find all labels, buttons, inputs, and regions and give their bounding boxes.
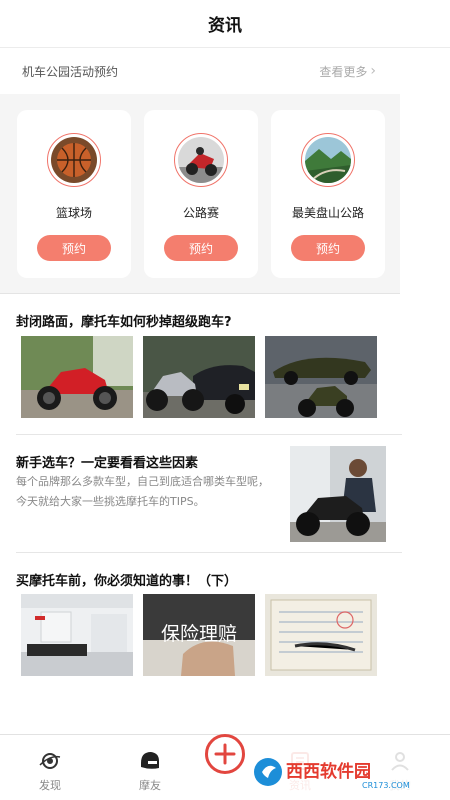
basketball-image <box>51 137 97 183</box>
article-divider <box>16 552 402 553</box>
mountain-road-image <box>305 137 351 183</box>
article-title: 新手选车？一定要看看这些因素 <box>16 456 199 471</box>
venue-card-basketball[interactable]: 篮球场 预约 <box>17 110 131 278</box>
tab-discover[interactable]: 发现 <box>5 735 95 800</box>
venue-avatar-ring <box>301 133 355 187</box>
see-more-link[interactable]: 查看更多 › <box>319 63 376 80</box>
book-button[interactable]: 预约 <box>164 235 238 261</box>
book-button[interactable]: 预约 <box>291 235 365 261</box>
article-divider <box>16 434 402 435</box>
article-title: 封闭路面，摩托车如何秒掉超级跑车? <box>16 315 232 330</box>
add-post-button[interactable] <box>205 734 245 774</box>
article-image-documents <box>265 594 377 676</box>
tab-label: 摩友 <box>139 779 161 792</box>
insurance-sign-text: 保险理赔 <box>161 623 237 645</box>
venue-name: 公路赛 <box>182 206 219 220</box>
activity-section-header: 机车公园活动预约 查看更多 › <box>0 48 400 94</box>
venue-card-mountain-road[interactable]: 最美盘山公路 预约 <box>271 110 385 278</box>
plus-icon <box>214 743 236 765</box>
tab-riders[interactable]: 摩友 <box>105 735 195 800</box>
venue-avatar-ring <box>174 133 228 187</box>
article-image-supercar-and-motorcycle <box>265 336 377 418</box>
article-description: 每个品牌那么多款车型，自己到底适合哪类车型呢，今天就给大家一些挑选摩托车的TIP… <box>16 475 269 508</box>
road-race-image <box>178 137 224 183</box>
see-more-label: 查看更多 <box>319 64 368 79</box>
watermark-brand: 西西软件园 <box>286 761 371 782</box>
planet-icon <box>39 753 61 769</box>
watermark-logo: 西西软件园 CR173.COM <box>250 752 430 792</box>
chevron-right-icon: › <box>370 63 376 79</box>
venue-name: 篮球场 <box>55 206 92 220</box>
venue-name: 最美盘山公路 <box>291 206 364 220</box>
article-image-showroom <box>21 594 133 676</box>
article-image-rider-with-motorcycle <box>290 446 386 542</box>
activity-section-title: 机车公园活动预约 <box>22 64 119 79</box>
watermark-url: CR173.COM <box>362 781 410 790</box>
article-image-red-motorcycle <box>21 336 133 418</box>
page-title: 资讯 <box>208 16 242 36</box>
page-header: 资讯 <box>0 0 450 48</box>
helmet-icon <box>141 752 159 769</box>
tab-label: 发现 <box>39 779 61 792</box>
article-image-insurance-claim: 保险理赔 <box>143 594 255 676</box>
venue-card-road-race[interactable]: 公路赛 预约 <box>144 110 258 278</box>
venue-avatar-ring <box>47 133 101 187</box>
article-image-motorcycle-and-car <box>143 336 255 418</box>
article-title: 买摩托车前，你必须知道的事！（下） <box>16 574 238 589</box>
book-button[interactable]: 预约 <box>37 235 111 261</box>
venue-list: 篮球场 预约 公路赛 预约 最美盘山公路 预约 <box>0 94 400 294</box>
